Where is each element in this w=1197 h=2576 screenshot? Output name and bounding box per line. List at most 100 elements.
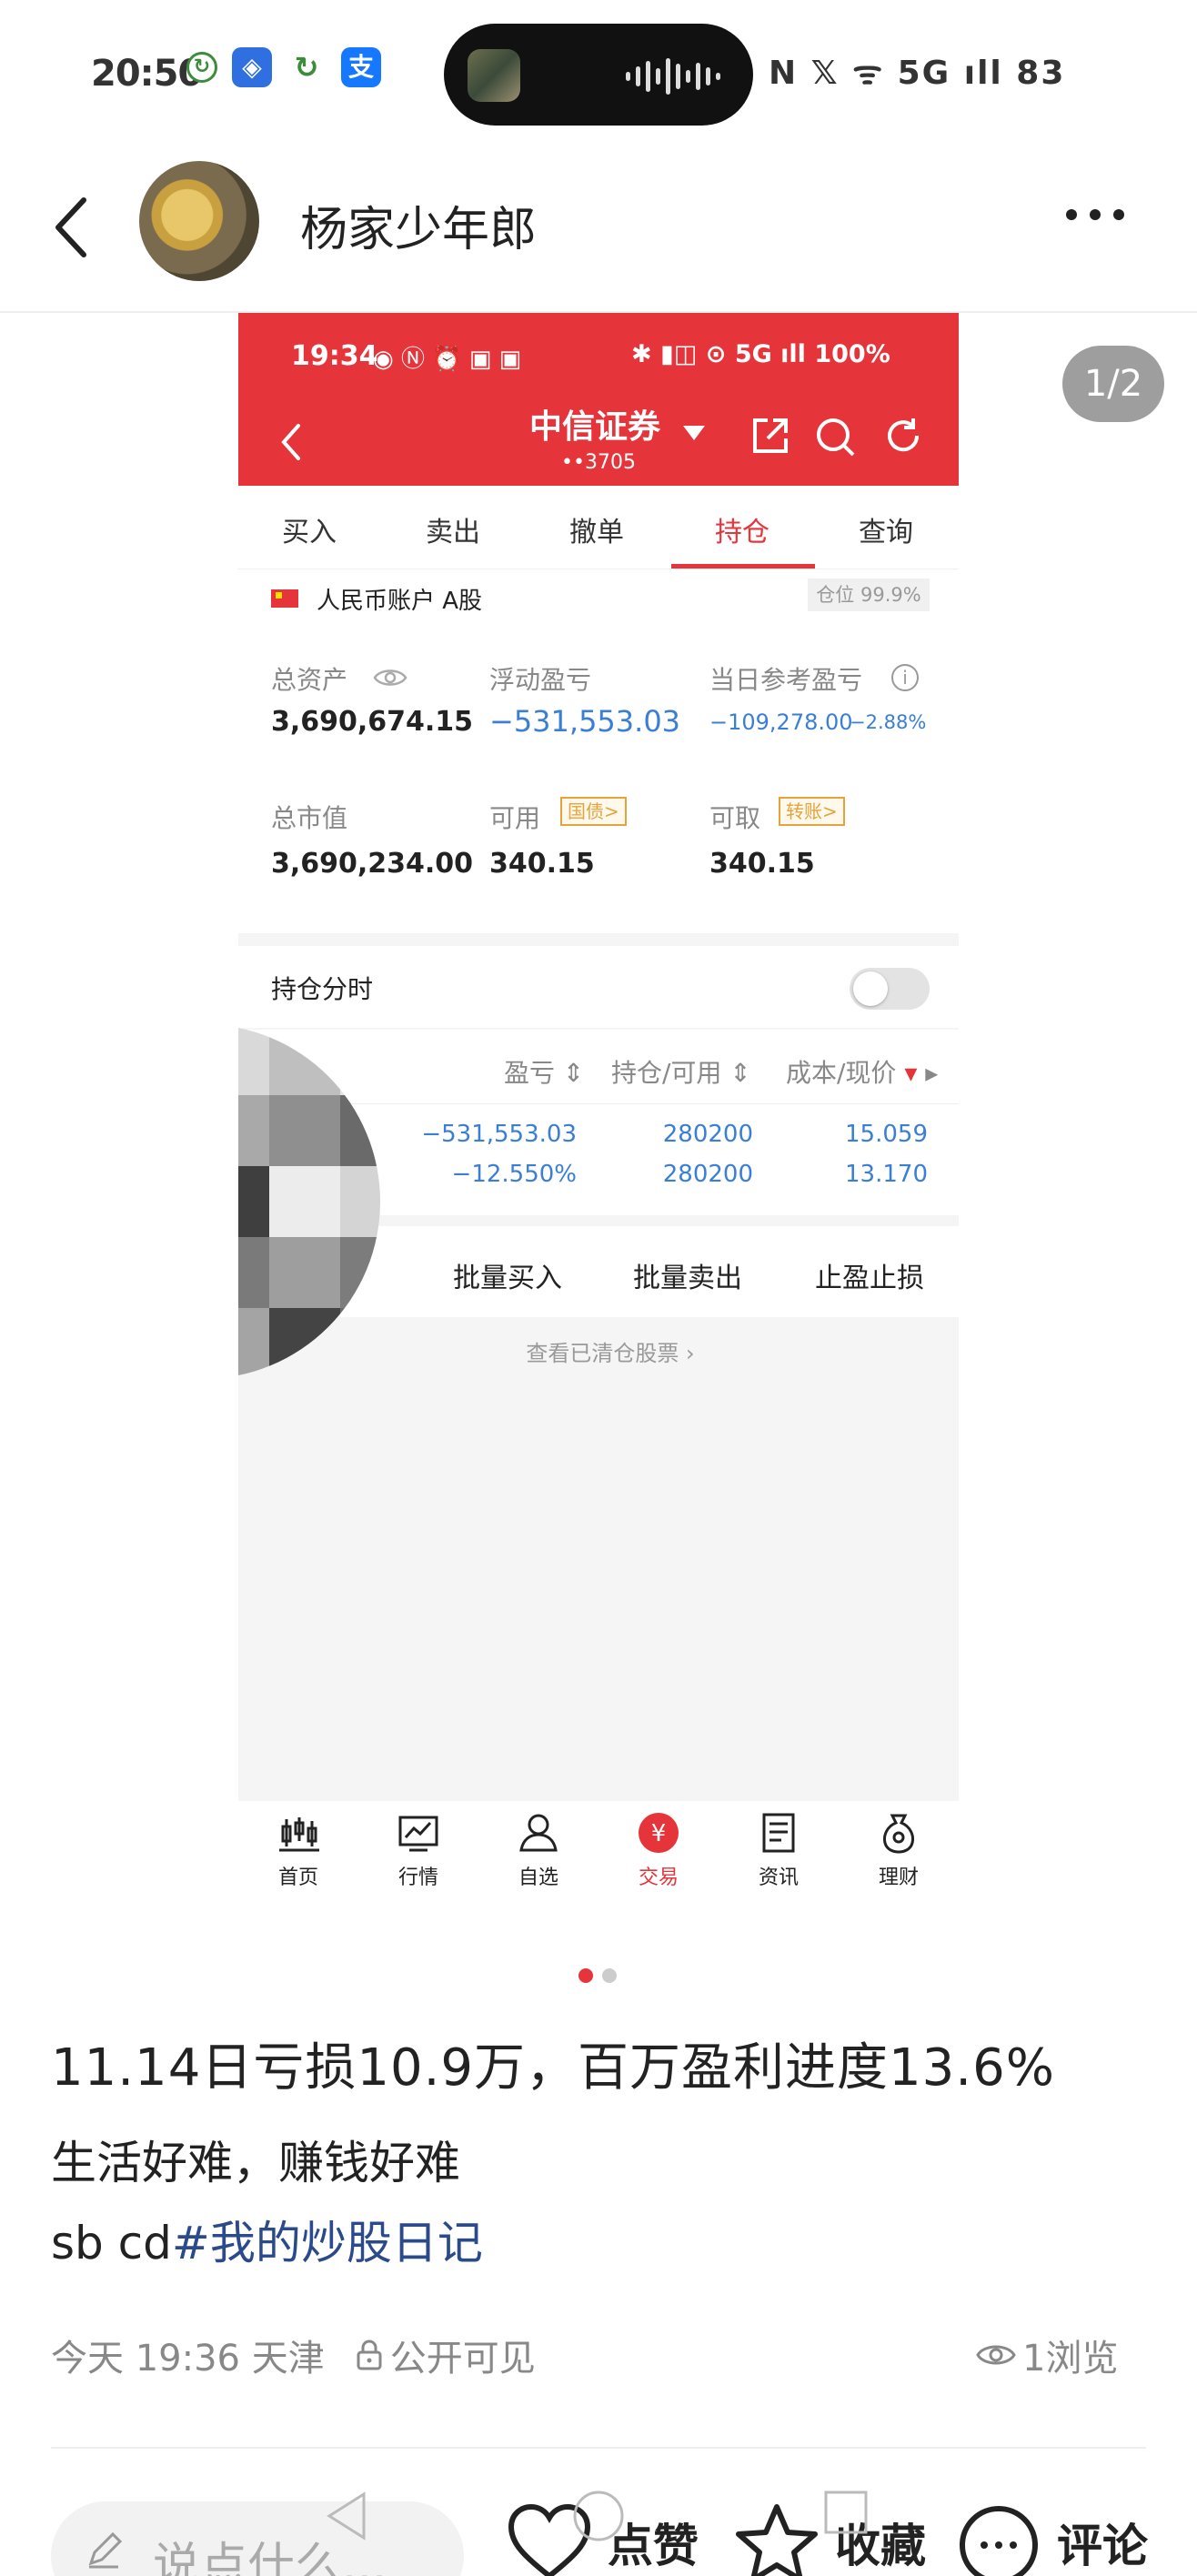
daily-pnl-label: 当日参考盈亏 xyxy=(709,665,863,695)
comment-input[interactable]: 说点什么... xyxy=(51,2501,464,2576)
info-icon: i xyxy=(891,664,919,691)
lock-icon xyxy=(357,2340,382,2370)
carousel-dots[interactable] xyxy=(578,1968,617,1983)
nav-wealth: 理财 xyxy=(862,1810,935,1890)
view-count-text: 1浏览 xyxy=(1022,2338,1119,2380)
broker-status-right: ✱ ▮◫ ⊙ 5G ıll 100% xyxy=(631,340,890,368)
market-value: 3,690,234.00 xyxy=(271,848,474,880)
refresh-icon xyxy=(888,418,920,452)
position-ratio-badge: 仓位 99.9% xyxy=(808,579,930,611)
nav-recents-gesture-icon[interactable] xyxy=(822,2489,870,2536)
holding-pnl-percent: −12.550% xyxy=(451,1161,577,1188)
refresh-notification-icon: ↻ xyxy=(287,47,327,87)
tab-buy: 买入 xyxy=(282,517,337,548)
broker-bottom-nav: 首页 行情 自选 ¥ 交易 资讯 理财 xyxy=(238,1801,959,1908)
carousel-dot-active xyxy=(578,1968,593,1983)
money-bag-icon xyxy=(883,1814,914,1854)
available-value: 340.15 xyxy=(489,848,595,880)
chart-icon xyxy=(398,1816,438,1852)
holdings-timeshare-toggle xyxy=(850,968,930,1010)
alipay-icon: 支 xyxy=(341,47,381,87)
daily-pnl-value: −109,278.00 xyxy=(709,709,853,735)
holding-pnl: −531,553.03 xyxy=(421,1121,577,1148)
withdrawable-value: 340.15 xyxy=(709,848,815,880)
post-body-line: 生活好难，赚钱好难 xyxy=(51,2137,460,2189)
audio-waveform-icon xyxy=(626,58,720,95)
account-label: 人民币账户 A股 xyxy=(317,588,483,615)
transfer-tag: 转账> xyxy=(779,797,845,826)
media-thumbnail xyxy=(468,49,520,102)
svg-text:¥: ¥ xyxy=(651,1820,667,1847)
app-notification-icon: ◈ xyxy=(232,47,272,87)
post-image-broker-screenshot[interactable]: 19:34 ◉ Ⓝ ⏰ ▣ ▣ ✱ ▮◫ ⊙ 5G ıll 100% 中信证券 … xyxy=(238,313,959,1908)
column-position: 持仓/可用 ⇕ xyxy=(611,1058,751,1088)
nav-news: 资讯 xyxy=(742,1810,815,1890)
post-title: 11.14日亏损10.9万，百万盈利进度13.6% xyxy=(51,2038,1055,2098)
nav-market: 行情 xyxy=(382,1810,455,1890)
total-assets-label: 总资产 xyxy=(271,665,348,695)
account-summary: 人民币账户 A股 仓位 99.9% 总资产 3,690,674.15 浮动盈亏 … xyxy=(238,569,959,933)
tab-query: 查询 xyxy=(859,517,913,548)
eye-icon xyxy=(373,669,407,686)
author-avatar[interactable] xyxy=(139,161,259,281)
post-visibility: 公开可见 xyxy=(389,2338,536,2380)
nav-watchlist: 自选 xyxy=(502,1810,575,1890)
more-options-icon[interactable] xyxy=(1066,209,1124,220)
china-flag-icon xyxy=(271,589,298,608)
column-pnl: 盈亏 ⇕ xyxy=(504,1058,585,1088)
active-tab-indicator xyxy=(671,564,815,569)
post-time-location: 今天 19:36 天津 xyxy=(51,2338,325,2380)
nav-home: 首页 xyxy=(262,1810,335,1890)
user-icon xyxy=(519,1814,558,1852)
eye-icon xyxy=(976,2345,1016,2365)
status-indicators: N 𝕏 ᯤ 5G ıll 83 xyxy=(769,55,1066,92)
dynamic-island-media[interactable] xyxy=(444,24,753,126)
holding-price: 13.170 xyxy=(845,1161,928,1188)
cleared-stocks-link: 查看已清仓股票 › xyxy=(526,1341,695,1366)
divider xyxy=(51,2447,1146,2449)
view-count: 1浏览 xyxy=(975,2329,1118,2381)
treasury-tag: 国债> xyxy=(560,797,627,826)
broker-header: 19:34 ◉ Ⓝ ⏰ ▣ ▣ ✱ ▮◫ ⊙ 5G ıll 100% 中信证券 … xyxy=(238,313,959,486)
nav-back-gesture-icon[interactable] xyxy=(324,2489,369,2543)
broker-tabs: 买入 卖出 撤单 持仓 查询 xyxy=(238,486,959,569)
broker-back-icon xyxy=(281,424,300,460)
post-header: 杨家少年郎 xyxy=(0,146,1197,313)
share-icon xyxy=(753,418,788,453)
holdings-timeshare-label: 持仓分时 xyxy=(271,974,374,1004)
broker-status-icons: ◉ Ⓝ ⏰ ▣ ▣ xyxy=(373,346,522,373)
stop-profit-loss: 止盈止损 xyxy=(815,1263,924,1294)
image-page-indicator: 1/2 xyxy=(1062,346,1164,422)
system-status-bar: 20:50 ↻ ◈ ↻ 支 N 𝕏 ᯤ 5G ıll 83 xyxy=(0,0,1197,146)
floating-pnl-label: 浮动盈亏 xyxy=(489,665,592,695)
sync-icon: ↻ xyxy=(186,52,217,83)
broker-account-number: ••3705 xyxy=(561,451,636,474)
available-label: 可用 xyxy=(489,803,541,833)
comment-bubble-icon xyxy=(960,2506,1038,2576)
nav-trade: ¥ 交易 xyxy=(622,1810,695,1890)
holding-position: 280200 xyxy=(662,1121,753,1148)
document-icon xyxy=(762,1813,795,1853)
broker-account-dropdown-icon xyxy=(683,426,705,440)
status-notification-icons: ↻ ◈ ↻ 支 xyxy=(186,47,381,87)
carousel-dot xyxy=(602,1968,617,1983)
tab-cancel: 撤单 xyxy=(569,517,624,548)
holdings-table-header: 盈亏 ⇕ 持仓/可用 ⇕ 成本/现价 ▾ ▸ xyxy=(238,1030,959,1104)
total-assets-value: 3,690,674.15 xyxy=(271,706,474,738)
holding-cost: 15.059 xyxy=(845,1121,928,1148)
comment-button[interactable]: 评论 xyxy=(955,2501,1148,2576)
pencil-icon xyxy=(88,2531,123,2569)
batch-buy: 批量买入 xyxy=(453,1263,562,1294)
hashtag-link[interactable]: #我的炒股日记 xyxy=(172,2217,483,2269)
back-arrow-icon[interactable] xyxy=(47,191,102,264)
post-detail-screen: { "status_bar": { "time": "20:50", "righ… xyxy=(0,0,1197,2576)
holding-available: 280200 xyxy=(662,1161,753,1188)
batch-sell: 批量卖出 xyxy=(633,1263,742,1294)
yuan-coin-icon: ¥ xyxy=(639,1813,679,1853)
post-body-line-2: sb cd#我的炒股日记 xyxy=(51,2207,483,2272)
tab-sell: 卖出 xyxy=(426,517,480,548)
author-name[interactable]: 杨家少年郎 xyxy=(300,191,537,259)
holdings-timeshare-row: 持仓分时 xyxy=(238,946,959,1028)
nav-home-gesture-icon[interactable] xyxy=(571,2489,626,2543)
comment-label: 评论 xyxy=(1057,2520,1148,2572)
